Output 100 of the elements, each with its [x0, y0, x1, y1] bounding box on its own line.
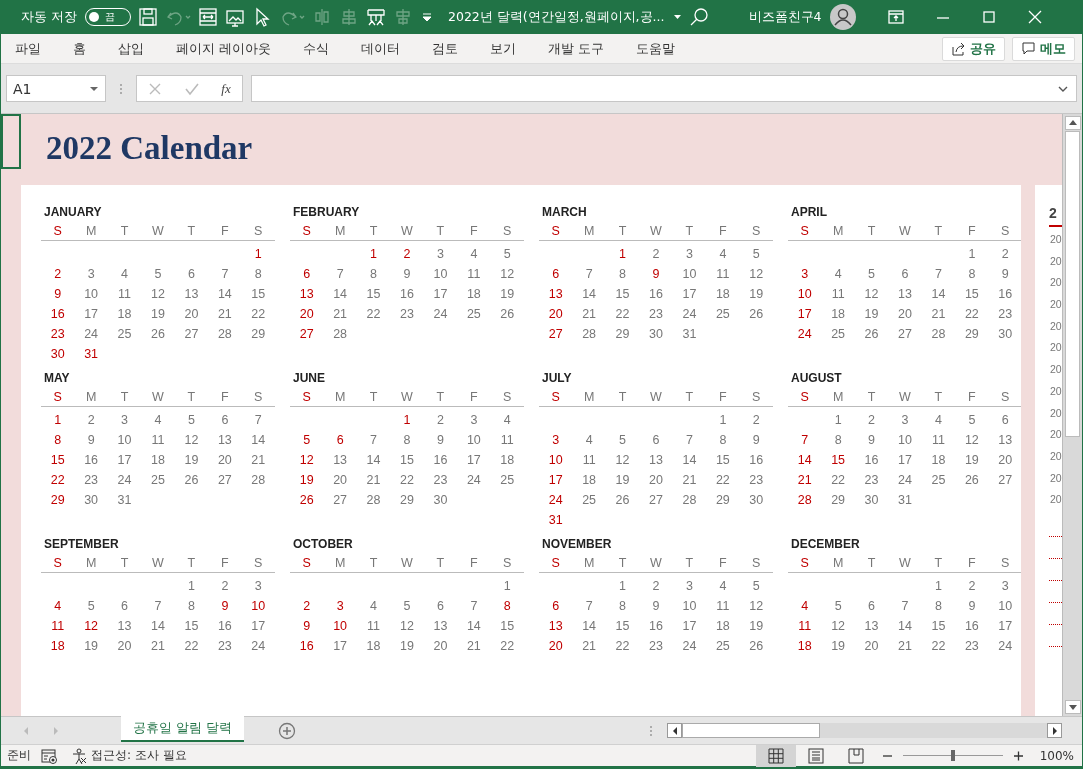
weekday-label: W [151, 389, 165, 404]
day-number: 11 [715, 599, 731, 613]
weekday-label: F [718, 223, 728, 238]
day-number: 20 [547, 639, 564, 653]
weekday-label: T [368, 555, 379, 570]
month-name: OCTOBER [292, 537, 354, 553]
day-number: 3 [900, 413, 910, 427]
day-number: 24 [547, 493, 564, 507]
day-number: 27 [216, 473, 233, 487]
weekday-label: M [831, 555, 845, 570]
accessibility-status[interactable]: 접근성: 조사 필요 [91, 747, 187, 764]
day-number: 4 [718, 579, 728, 593]
comment-button[interactable]: 메모 [1012, 36, 1075, 61]
day-number: 6 [1000, 413, 1010, 427]
weekday-label: T [933, 389, 944, 404]
day-number: 22 [963, 307, 980, 321]
day-number: 25 [116, 327, 133, 341]
day-number: 4 [800, 599, 810, 613]
ribbon-tab[interactable]: 파일 [5, 35, 51, 62]
ribbon-tab[interactable]: 데이터 [351, 35, 411, 62]
weekday-label: W [400, 389, 414, 404]
weekday-label: F [220, 223, 230, 238]
share-button[interactable]: 공유 [942, 36, 1005, 61]
day-number: 22 [499, 639, 516, 653]
ribbon-tab[interactable]: 개발 도구 [538, 35, 615, 62]
day-number: 18 [714, 619, 731, 633]
day-number: 3 [253, 579, 263, 593]
day-number: 9 [302, 619, 312, 633]
day-number: 23 [83, 473, 100, 487]
weekday-label: T [368, 389, 379, 404]
day-number: 4 [120, 267, 130, 281]
day-number: 28 [250, 473, 267, 487]
ribbon-tab[interactable]: 삽입 [108, 35, 154, 62]
zoom-level[interactable]: 100% [1039, 748, 1074, 763]
weekday-label: S [253, 389, 264, 404]
day-number: 24 [997, 639, 1014, 653]
day-number: 15 [49, 453, 66, 467]
weekday-label: S [301, 389, 312, 404]
weekday-label: T [684, 223, 695, 238]
day-number: 8 [502, 599, 512, 613]
weekday-label: M [333, 389, 347, 404]
day-number: 14 [465, 619, 482, 633]
year-cell-text: 20 [1050, 449, 1062, 464]
document-title[interactable]: 2022년 달력(연간일정,원페이지,공... [448, 8, 682, 26]
day-number: 5 [967, 413, 977, 427]
day-number: 25 [465, 307, 482, 321]
day-number: 15 [365, 287, 382, 301]
sheet-tab[interactable]: 공휴일 알림 달력 [121, 716, 245, 742]
day-number: 28 [332, 327, 349, 341]
day-number: 6 [186, 267, 196, 281]
weekday-label: F [220, 555, 230, 570]
day-number: 22 [714, 473, 731, 487]
weekday-label: F [469, 389, 479, 404]
weekday-label: S [502, 223, 513, 238]
day-number: 20 [116, 639, 133, 653]
day-number: 21 [796, 473, 813, 487]
name-box[interactable]: A1 [6, 75, 106, 102]
day-number: 1 [369, 247, 379, 261]
day-number: 4 [933, 413, 943, 427]
day-number: 30 [83, 493, 100, 507]
weekday-label: M [84, 223, 98, 238]
ribbon-tab[interactable]: 검토 [422, 35, 469, 62]
day-number: 23 [648, 307, 664, 321]
day-number: 7 [933, 267, 943, 281]
day-number: 26 [298, 493, 315, 507]
day-number: 27 [648, 493, 664, 507]
day-number: 2 [867, 413, 877, 427]
day-number: 16 [963, 619, 980, 633]
day-number: 21 [581, 639, 598, 653]
day-number: 21 [365, 473, 382, 487]
day-number: 14 [332, 287, 349, 301]
weekday-label: T [186, 223, 197, 238]
weekday-label: M [582, 389, 596, 404]
day-number: 8 [53, 433, 63, 447]
day-number: 10 [897, 433, 913, 447]
day-number: 8 [833, 433, 843, 447]
day-number: 5 [867, 267, 877, 281]
weekday-label: W [151, 555, 165, 570]
ribbon-tab[interactable]: 도움말 [626, 35, 686, 62]
day-number: 5 [86, 599, 96, 613]
day-number: 12 [499, 267, 516, 281]
weekday-label: T [617, 389, 628, 404]
day-number: 13 [183, 287, 200, 301]
ribbon-tab[interactable]: 홈 [63, 35, 96, 62]
day-number: 16 [216, 619, 233, 633]
weekday-label: M [333, 555, 347, 570]
ribbon-tab[interactable]: 페이지 레이아웃 [166, 35, 282, 62]
day-number: 24 [250, 639, 267, 653]
day-number: 31 [547, 513, 564, 527]
day-number: 6 [435, 599, 445, 613]
ribbon-tab[interactable]: 수식 [293, 35, 340, 62]
day-number: 15 [614, 619, 631, 633]
weekday-label: S [253, 555, 264, 570]
weekday-label: S [550, 555, 561, 570]
day-number: 17 [897, 453, 913, 467]
ribbon-tab[interactable]: 보기 [480, 35, 527, 62]
weekday-label: S [301, 555, 312, 570]
day-number: 31 [116, 493, 133, 507]
day-number: 15 [963, 287, 980, 301]
insert-function-button[interactable]: fx [221, 80, 231, 97]
